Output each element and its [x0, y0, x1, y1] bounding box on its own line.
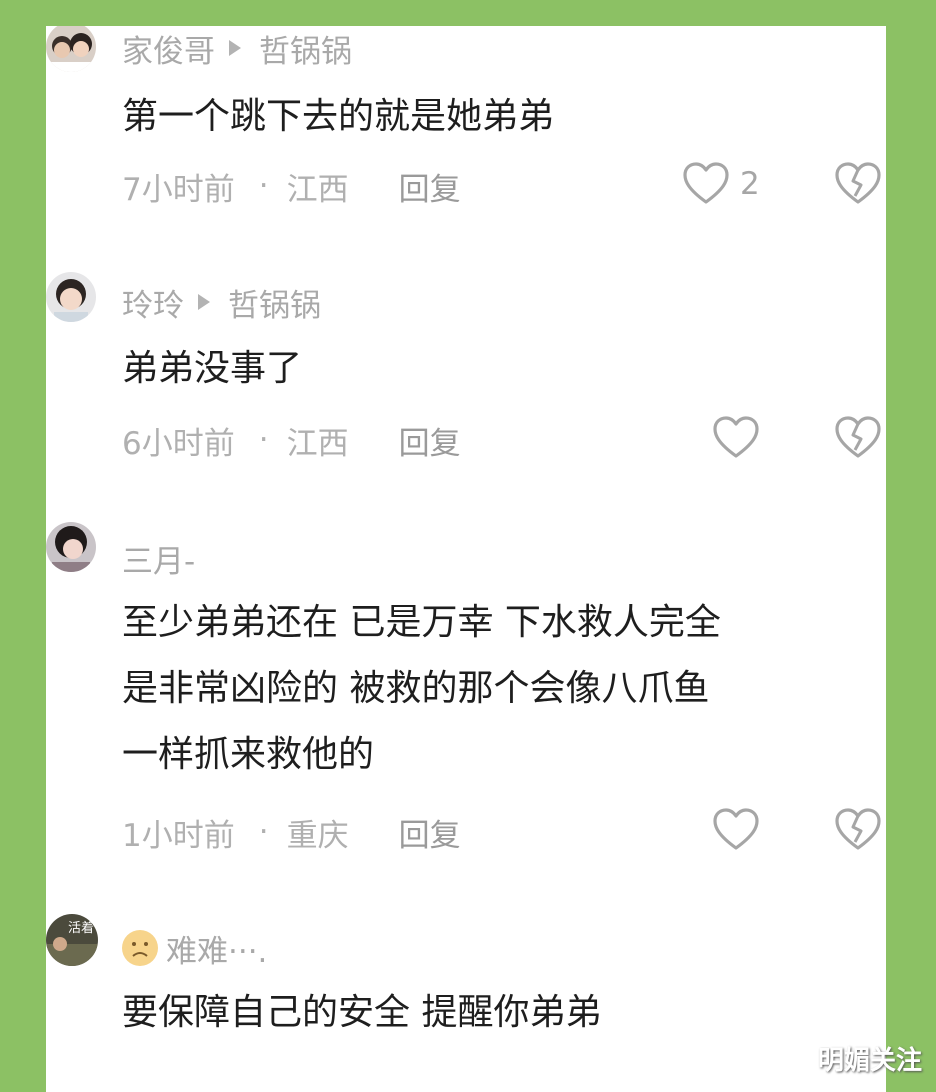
- reply-button[interactable]: 回复: [399, 418, 461, 463]
- reply-button[interactable]: 回复: [399, 810, 461, 855]
- like-button[interactable]: [712, 808, 770, 852]
- broken-heart-icon: [835, 808, 881, 850]
- comment-time: 6小时前: [122, 425, 235, 462]
- avatar-text: 活着: [68, 920, 94, 936]
- sad-face-icon: [122, 930, 158, 966]
- dislike-button[interactable]: [834, 808, 882, 856]
- heart-icon: [713, 416, 759, 458]
- comment-location: 重庆: [286, 817, 349, 854]
- comment-author-row: 难难···.: [122, 926, 267, 971]
- like-count: 2: [740, 166, 760, 202]
- comment-meta: 6小时前 · 江西 回复: [122, 418, 461, 463]
- heart-icon: [713, 808, 759, 850]
- reply-button[interactable]: 回复: [399, 164, 461, 209]
- reply-to-name[interactable]: 哲锅锅: [259, 26, 352, 71]
- comment-text: 至少弟弟还在 已是万幸 下水救人完全 是非常凶险的 被救的那个会像八爪鱼 一样抓…: [122, 602, 721, 775]
- broken-heart-icon: [835, 416, 881, 458]
- avatar[interactable]: [46, 26, 96, 72]
- broken-heart-icon: [835, 162, 881, 204]
- reply-to-name[interactable]: 哲锅锅: [228, 280, 321, 325]
- comment-author-row: 玲玲 哲锅锅: [122, 280, 321, 325]
- author-name[interactable]: 三月-: [122, 536, 195, 581]
- like-button[interactable]: 2: [682, 162, 760, 206]
- avatar[interactable]: [46, 272, 96, 322]
- reply-arrow-icon: [229, 40, 241, 56]
- comment-text: 弟弟没事了: [122, 348, 303, 389]
- comment-time: 7小时前: [122, 171, 235, 208]
- author-name[interactable]: 难难···.: [166, 926, 267, 971]
- comment-text: 第一个跳下去的就是她弟弟: [122, 96, 555, 137]
- author-name[interactable]: 玲玲: [122, 280, 184, 325]
- separator-dot: ·: [258, 814, 269, 850]
- dislike-button[interactable]: [834, 416, 882, 464]
- heart-icon: [683, 162, 729, 204]
- comment-location: 江西: [286, 171, 349, 208]
- comment-text: 要保障自己的安全 提醒你弟弟: [122, 992, 602, 1033]
- reply-arrow-icon: [198, 294, 210, 310]
- author-name[interactable]: 家俊哥: [122, 26, 215, 71]
- comment-meta: 1小时前 · 重庆 回复: [122, 810, 461, 855]
- separator-dot: ·: [258, 168, 269, 204]
- comment-location: 江西: [286, 425, 349, 462]
- watermark: 明媚关注: [817, 1046, 922, 1076]
- comment-meta: 7小时前 · 江西 回复: [122, 164, 461, 209]
- avatar[interactable]: 活着: [46, 914, 98, 966]
- comment-list: 家俊哥 哲锅锅 第一个跳下去的就是她弟弟 7小时前 · 江西 回复 2 玲玲 哲…: [46, 26, 886, 1092]
- comment-time: 1小时前: [122, 817, 235, 854]
- comment-author-row: 家俊哥 哲锅锅: [122, 26, 352, 71]
- dislike-button[interactable]: [834, 162, 882, 210]
- separator-dot: ·: [258, 422, 269, 458]
- comment-author-row: 三月-: [122, 536, 195, 581]
- avatar[interactable]: [46, 522, 96, 572]
- like-button[interactable]: [712, 416, 770, 460]
